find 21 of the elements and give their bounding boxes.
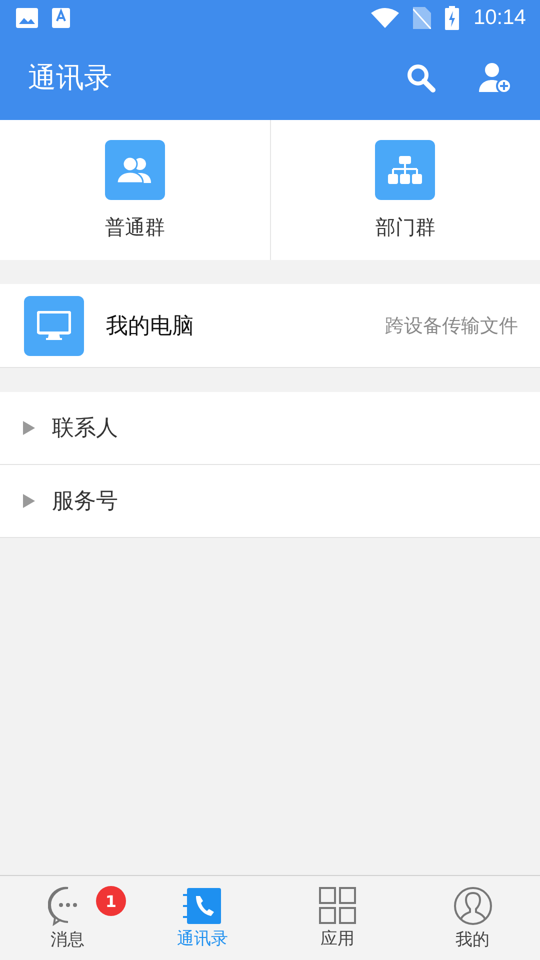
item-title: 我的电脑 [106, 312, 195, 340]
org-chart-icon [387, 154, 424, 184]
search-button[interactable] [406, 63, 436, 93]
add-contact-button[interactable] [478, 62, 512, 94]
nav-tab[interactable]: 我的 [405, 876, 540, 960]
item-subtitle: 跨设备传输文件 [385, 314, 518, 338]
battery-charging-icon [445, 6, 460, 30]
monitor-icon [24, 296, 84, 356]
status-time: 10:14 [473, 6, 526, 30]
text-document-icon [52, 8, 70, 28]
page-title: 通讯录 [28, 60, 113, 96]
nav-tab[interactable]: 消息 1 [0, 876, 135, 960]
my-computer-item[interactable]: 我的电脑 跨设备传输文件 [0, 284, 540, 368]
image-icon [16, 8, 38, 28]
wifi-icon [371, 8, 400, 28]
nav-tab[interactable]: 应用 [270, 876, 405, 960]
user-icon [452, 886, 492, 926]
phone-book-icon [182, 886, 222, 924]
grid-icon [318, 886, 356, 924]
no-sim-icon [413, 7, 432, 29]
unread-badge: 1 [96, 886, 126, 916]
